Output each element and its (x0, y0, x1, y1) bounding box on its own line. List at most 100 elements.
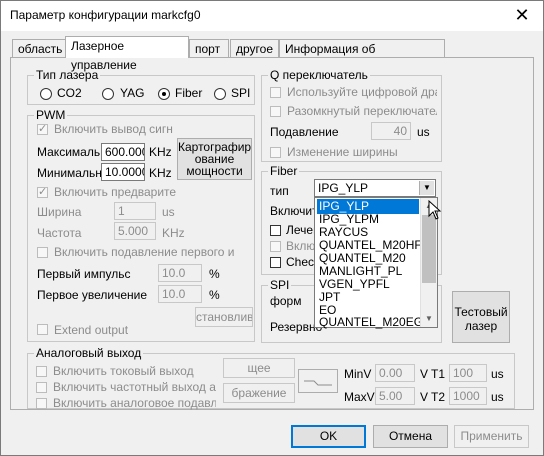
open-switch-checkbox[interactable] (270, 106, 281, 117)
radio-co2[interactable] (40, 88, 52, 100)
suppress-label: Подавление (270, 125, 339, 139)
extend-output-checkbox[interactable] (37, 324, 48, 335)
waveform-icon[interactable] (298, 369, 338, 393)
suppress-unit: us (417, 125, 430, 139)
radio-spi[interactable] (214, 88, 226, 100)
current-output-checkbox[interactable] (36, 366, 47, 377)
enable-output-label: Включить вывод сигн (54, 122, 173, 136)
config-dialog: Параметр конфигурации markcfg0 ✕ область… (0, 0, 544, 456)
ok-button[interactable]: OK (291, 425, 366, 448)
radio-fiber-label: Fiber (175, 86, 203, 100)
minv-label: MinV (344, 367, 372, 381)
radio-yag-label: YAG (120, 86, 145, 100)
spi-title: SPI (268, 278, 292, 292)
window-title: Параметр конфигурации markcfg0 (10, 8, 201, 22)
width-unit: us (162, 205, 175, 219)
power-mapping-button[interactable]: Картографир ование мощности (177, 138, 252, 180)
fiber-type-combobox[interactable]: IPG_YLP ▼ (314, 179, 436, 197)
test-laser-line1: Тестовый (454, 305, 508, 319)
frequency-unit: KHz (162, 226, 185, 240)
max-freq-input[interactable]: 600.000 (101, 143, 145, 161)
enable-pre-checkbox[interactable] (37, 185, 48, 198)
power-mapping-line3: мощности (186, 164, 243, 178)
t1-input[interactable]: 100 (449, 364, 487, 382)
min-freq-label: Минимальн (37, 166, 102, 180)
tab-other[interactable]: другое (230, 39, 279, 58)
radio-co2-label: CO2 (57, 86, 82, 100)
maxv-unit: V (420, 390, 429, 404)
t2-label: T2 (431, 390, 446, 404)
min-freq-input[interactable]: 10.0000 (101, 163, 145, 181)
scroll-down-icon[interactable]: ▼ (421, 311, 437, 327)
q-switch-title: Q переключатель (268, 68, 370, 82)
t2-input[interactable]: 1000 (449, 387, 487, 405)
tab-hardware-info[interactable]: Информация об оборудовании (279, 39, 445, 75)
width-input[interactable]: 1 (114, 202, 156, 220)
minv-input[interactable]: 0.00 (375, 364, 415, 382)
open-switch-label: Разомкнутый переключатель (287, 104, 437, 118)
first-pulse-unit: % (209, 267, 220, 281)
tab-laser-control[interactable]: Лазерное управление (65, 36, 189, 72)
first-increase-unit: % (209, 288, 220, 302)
radio-yag[interactable] (102, 88, 114, 100)
t1-unit: us (491, 367, 504, 381)
t1-label: T1 (431, 367, 446, 381)
analog-suppress-checkbox[interactable] (36, 398, 47, 409)
extend-output-label: Extend output (54, 323, 129, 337)
min-freq-unit: KHz (149, 166, 172, 180)
incl-checkbox[interactable] (270, 241, 281, 252)
chevron-down-icon[interactable]: ▼ (419, 181, 434, 195)
suppress-input[interactable]: 40 (371, 122, 411, 140)
minv-unit: V (420, 367, 429, 381)
freq-output-checkbox[interactable] (36, 382, 47, 393)
first-pulse-input[interactable]: 10.0 (158, 264, 202, 282)
install-button[interactable]: становливат (195, 307, 253, 327)
enable-output-checkbox[interactable] (37, 122, 48, 135)
fiber-type-label: тип (270, 184, 289, 198)
incl-label: Вклю (286, 239, 316, 253)
analog-output-title: Аналоговый выход (34, 346, 144, 360)
freq-display-button[interactable]: бражение част (223, 383, 295, 403)
first-increase-input[interactable]: 10.0 (158, 285, 202, 303)
first-pulse-label: Первый импульс (37, 267, 131, 281)
maxv-label: MaxV (344, 390, 375, 404)
treat-checkbox[interactable] (270, 225, 281, 236)
freq-output-label: Включить частотный выход а (53, 380, 216, 394)
width-label: Ширина (37, 205, 82, 219)
current-display-button[interactable]: щее отображ (223, 358, 295, 378)
analog-suppress-label: Включить аналоговое подавлени (53, 396, 216, 410)
tab-area[interactable]: область (12, 39, 66, 58)
change-width-label: Изменение ширины им (287, 145, 401, 159)
frequency-input[interactable]: 5.000 (114, 222, 156, 240)
suppress-first-checkbox[interactable] (37, 247, 48, 258)
title-bar: Параметр конфигурации markcfg0 ✕ (1, 1, 543, 31)
max-freq-label: Максималь (37, 145, 101, 159)
fiber-type-value: IPG_YLP (318, 181, 369, 195)
apply-button[interactable]: Применить (454, 425, 529, 448)
fiber-type-dropdown: IPG_YLP IPG_YLPM RAYCUS QUANTEL_M20HF QU… (314, 197, 438, 330)
test-laser-line2: лазер (464, 319, 498, 333)
use-digital-checkbox[interactable] (270, 87, 281, 98)
scroll-thumb[interactable] (422, 215, 436, 283)
test-laser-button[interactable]: Тестовый лазер (452, 291, 510, 343)
change-width-checkbox[interactable] (270, 147, 281, 158)
cancel-button[interactable]: Отмена (373, 425, 448, 448)
dropdown-option-quantel-m20eg[interactable]: QUANTEL_M20EG (317, 315, 423, 330)
close-icon[interactable]: ✕ (511, 4, 533, 26)
frequency-label: Частота (37, 226, 82, 240)
enable-pre-label: Включить предварите (54, 185, 177, 199)
tab-port[interactable]: порт (189, 39, 229, 58)
max-freq-unit: KHz (149, 145, 172, 159)
first-increase-label: Первое увеличение (37, 288, 148, 302)
spi-form-label: форм (270, 294, 302, 308)
current-output-label: Включить токовый выход (53, 364, 194, 378)
mouse-cursor-icon (428, 200, 442, 220)
fiber-title: Fiber (268, 164, 300, 178)
radio-fiber[interactable] (158, 88, 170, 100)
suppress-first-label: Включить подавление первого и (54, 245, 235, 259)
use-digital-label: Используйте цифровой драйв (287, 85, 437, 99)
check-checkbox[interactable] (270, 257, 281, 268)
maxv-input[interactable]: 5.00 (375, 387, 415, 405)
pwm-title: PWM (34, 108, 68, 122)
t2-unit: us (491, 390, 504, 404)
